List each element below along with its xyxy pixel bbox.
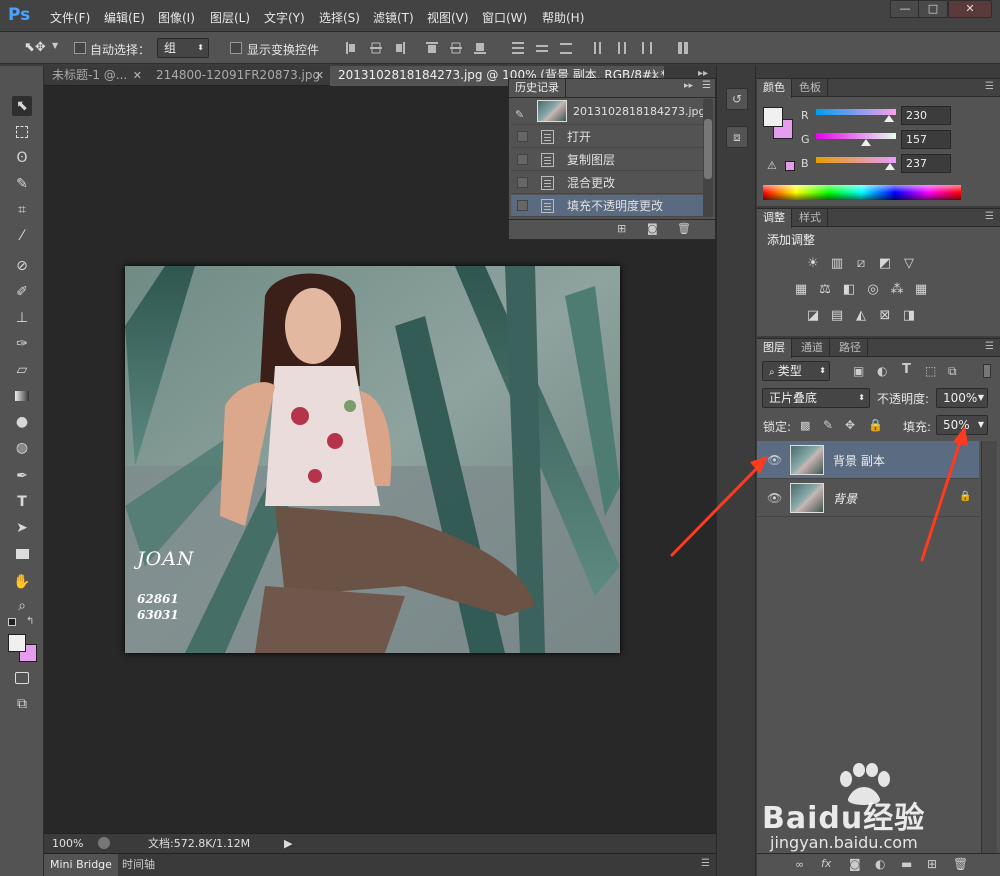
baidu-watermark: Baidu经验 jingyan.baidu.com: [762, 763, 962, 855]
watermark-url: jingyan.baidu.com: [770, 833, 918, 852]
watermark-brand: Baidu经验: [762, 801, 926, 836]
annotation-arrows: [670, 426, 968, 562]
